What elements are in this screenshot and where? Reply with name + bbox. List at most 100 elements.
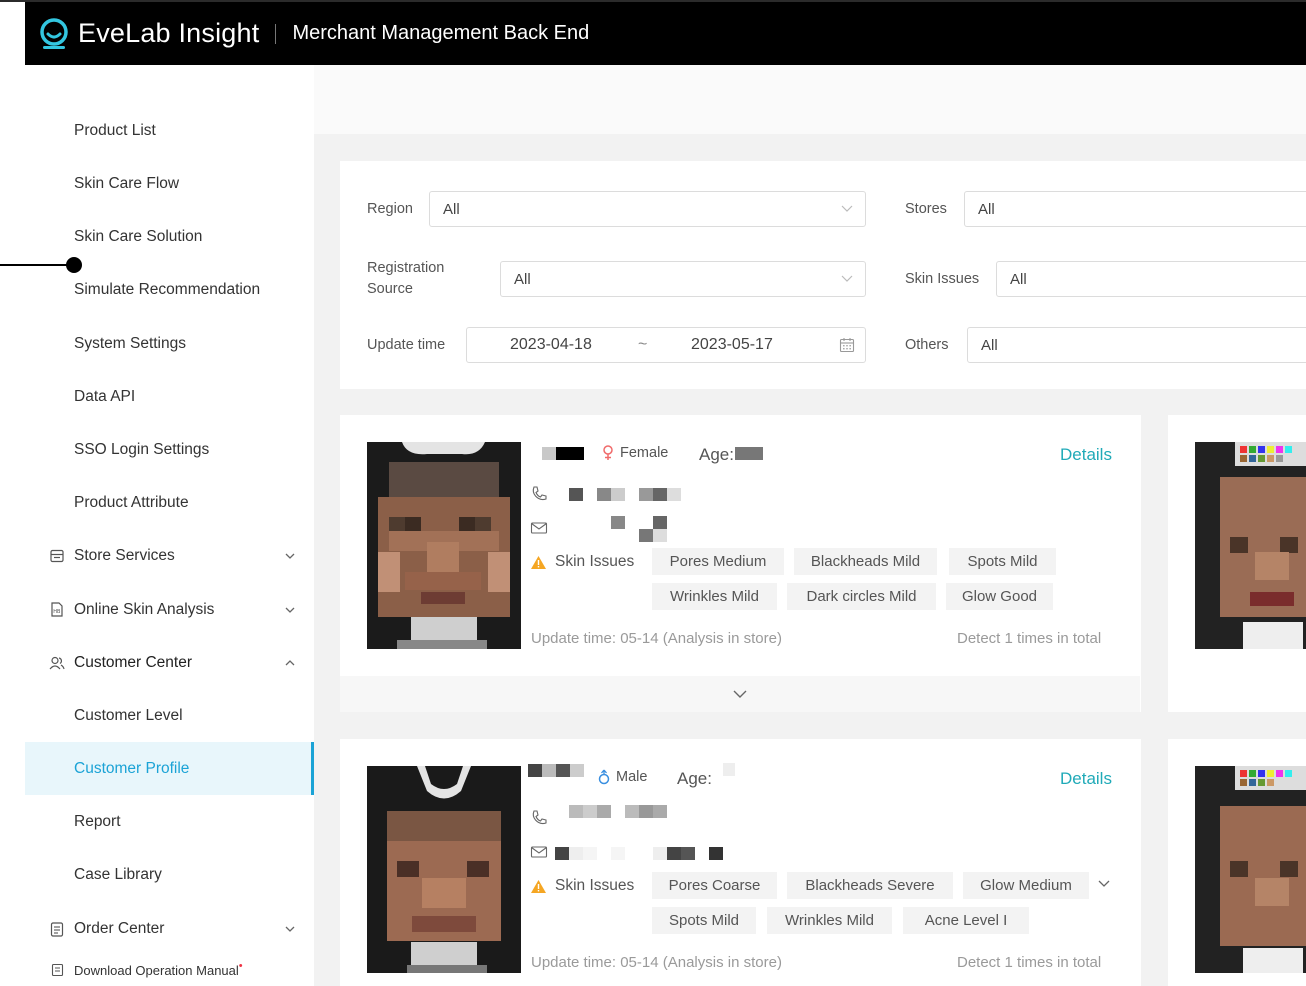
sidebar-item-product-list[interactable]: Product List xyxy=(25,104,314,157)
header-divider xyxy=(275,23,277,44)
skin-issues-value: All xyxy=(1010,270,1027,288)
sidebar-item-customer-profile[interactable]: Customer Profile xyxy=(25,742,314,795)
others-label: Others xyxy=(905,337,949,353)
skin-issues-select[interactable]: All xyxy=(996,261,1306,297)
skin-issues-heading: Skin Issues xyxy=(530,553,634,571)
email-masked xyxy=(555,847,723,860)
skin-tag: Dark circles Mild xyxy=(787,583,936,610)
phone-icon xyxy=(532,810,547,825)
chevron-up-icon xyxy=(285,659,295,665)
warning-icon xyxy=(531,555,546,569)
skin-issues-text: Skin Issues xyxy=(555,877,635,894)
users-icon xyxy=(49,655,65,671)
sidebar-item-label: Simulate Recommendation xyxy=(74,280,261,298)
date-start[interactable]: 2023-04-18 xyxy=(510,336,592,354)
sidebar-item-system-settings[interactable]: System Settings xyxy=(25,317,314,370)
stores-label: Stores xyxy=(905,201,947,217)
details-link[interactable]: Details xyxy=(1060,769,1112,789)
sidebar-item-label: Skin Care Flow xyxy=(74,174,180,192)
date-range-picker[interactable]: 2023-04-18 ~ 2023-05-17 xyxy=(466,327,866,363)
manual-icon xyxy=(49,962,65,978)
sidebar-item-label: SSO Login Settings xyxy=(74,440,210,458)
customer-card-partial xyxy=(1168,739,1306,986)
phone-masked xyxy=(569,488,681,501)
date-separator: ~ xyxy=(638,336,648,353)
customer-photo xyxy=(367,766,521,973)
document-icon: HB xyxy=(49,602,65,618)
app-root: EveLab Insight Merchant Management Back … xyxy=(0,0,1306,986)
stores-select[interactable]: All xyxy=(964,191,1306,227)
sidebar-item-product-attribute[interactable]: Product Attribute xyxy=(25,476,314,529)
skin-tag: Blackheads Mild xyxy=(794,548,937,575)
sidebar-item-download-manual[interactable]: Download Operation Manual• xyxy=(25,945,314,986)
store-icon xyxy=(49,548,65,564)
customer-name-masked xyxy=(542,447,584,460)
main-content: Region All Stores All Registration Sourc… xyxy=(314,65,1306,986)
stores-value: All xyxy=(978,200,995,218)
sidebar-item-label: Download Operation Manual• xyxy=(74,959,243,978)
customer-card-partial xyxy=(1168,415,1306,712)
pointer-dot xyxy=(66,257,82,273)
skin-tag: Blackheads Severe xyxy=(787,872,953,899)
region-value: All xyxy=(443,200,460,218)
skin-tag: Wrinkles Mild xyxy=(767,907,892,934)
chevron-down-icon xyxy=(285,553,295,559)
sidebar-item-skin-care-flow[interactable]: Skin Care Flow xyxy=(25,157,314,210)
sidebar-item-label: Data API xyxy=(74,387,136,405)
registration-source-select[interactable]: All xyxy=(500,261,866,297)
sidebar-item-report[interactable]: Report xyxy=(25,795,314,848)
sidebar: Product List Skin Care Flow Skin Care So… xyxy=(25,65,314,986)
customer-name-masked xyxy=(528,764,584,777)
content-topbar xyxy=(314,65,1306,134)
email-icon xyxy=(530,846,548,858)
new-badge: • xyxy=(238,959,243,972)
expand-toggle[interactable] xyxy=(340,676,1140,712)
detect-count-text: Detect 1 times in total xyxy=(957,954,1102,971)
date-end[interactable]: 2023-05-17 xyxy=(691,336,773,354)
gender-text: Female xyxy=(620,445,669,461)
svg-text:HB: HB xyxy=(53,609,61,615)
registration-source-label: Registration Source xyxy=(367,258,444,300)
others-select[interactable]: All xyxy=(967,327,1306,363)
phone-icon xyxy=(532,486,547,501)
male-icon xyxy=(598,769,610,785)
sidebar-item-customer-center[interactable]: Customer Center xyxy=(25,636,314,689)
sidebar-item-skin-care-solution[interactable]: Skin Care Solution xyxy=(25,210,314,263)
sidebar-item-online-skin-analysis[interactable]: HB Online Skin Analysis xyxy=(25,583,314,636)
sidebar-item-sso-login-settings[interactable]: SSO Login Settings xyxy=(25,423,314,476)
customer-photo xyxy=(367,442,521,649)
others-value: All xyxy=(981,336,998,354)
update-time-label: Update time xyxy=(367,337,446,353)
customer-card: Female Age: Details Skin Issues Pores Me… xyxy=(340,415,1141,712)
age-masked xyxy=(723,763,735,776)
details-link[interactable]: Details xyxy=(1060,445,1112,465)
age-masked xyxy=(735,447,763,460)
more-tags-chevron-icon[interactable] xyxy=(1097,879,1111,889)
age-label: Age: xyxy=(677,769,712,788)
skin-issues-heading: Skin Issues xyxy=(530,877,634,895)
phone-masked xyxy=(569,805,667,818)
region-select[interactable]: All xyxy=(429,191,866,227)
email-icon xyxy=(530,522,548,534)
calendar-icon xyxy=(839,338,855,353)
update-time-text: Update time: 05-14 (Analysis in store) xyxy=(531,954,782,971)
download-manual-text: Download Operation Manual xyxy=(74,962,239,978)
chevron-down-icon xyxy=(841,205,853,212)
sidebar-item-label: Order Center xyxy=(74,919,165,937)
sidebar-item-customer-level[interactable]: Customer Level xyxy=(25,689,314,742)
skin-issues-text: Skin Issues xyxy=(555,553,635,570)
clipboard-icon xyxy=(49,921,65,937)
sidebar-item-label: Report xyxy=(74,812,121,830)
sidebar-item-store-services[interactable]: Store Services xyxy=(25,529,314,582)
female-icon xyxy=(603,445,613,460)
sidebar-item-case-library[interactable]: Case Library xyxy=(25,848,314,901)
chevron-down-icon xyxy=(285,926,295,932)
sidebar-item-label: Customer Profile xyxy=(74,759,190,777)
left-margin xyxy=(0,0,25,986)
customer-photo xyxy=(1195,442,1306,649)
sidebar-item-label: Skin Care Solution xyxy=(74,227,203,245)
sidebar-item-data-api[interactable]: Data API xyxy=(25,370,314,423)
skin-tag: Wrinkles Mild xyxy=(652,583,777,610)
sidebar-item-label: Customer Level xyxy=(74,706,183,724)
sidebar-item-label: Store Services xyxy=(74,546,175,564)
